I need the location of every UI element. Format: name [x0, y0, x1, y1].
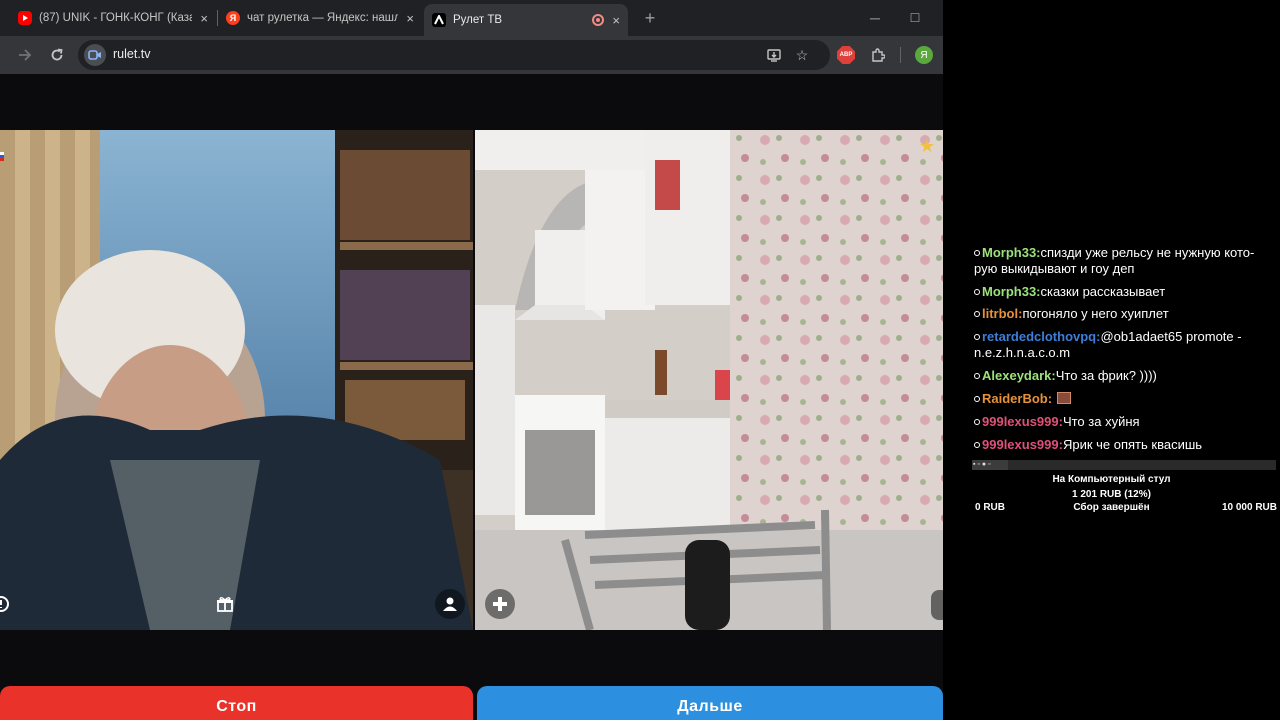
chat-username: retardedclothovpq:: [982, 329, 1101, 344]
reload-icon[interactable]: [44, 42, 70, 68]
adblock-icon[interactable]: ABP: [833, 42, 859, 68]
partner-video: ★: [475, 130, 943, 630]
record-icon: [592, 14, 605, 26]
chat-message: Alexeydark:Что за фрик? )))): [974, 368, 1274, 384]
chat-message: litrbol:погоняло у него хуиплет: [974, 306, 1274, 322]
bullet-icon: [974, 373, 980, 379]
chat-username: 999lexus999:: [982, 414, 1063, 429]
gamepad-icon[interactable]: [485, 589, 515, 619]
rulet-icon: [432, 13, 446, 27]
chat-text-cont: n.e.z.h.n.a.c.o.m: [974, 345, 1071, 360]
tab-rulet-tv[interactable]: Рулет ТВ ×: [424, 4, 628, 36]
donation-raised: 1 201 RUB (12%): [1072, 489, 1151, 500]
chat-message: retardedclothovpq:@ob1adaet65 promote - n…: [974, 329, 1274, 361]
stream-chat-overlay: Morph33:спизди уже рельсу не нужную кото…: [943, 0, 1280, 720]
local-video-frame: [0, 130, 473, 630]
bullet-icon: [974, 396, 980, 402]
favorite-star-icon[interactable]: ★: [919, 136, 935, 157]
address-bar[interactable]: rulet.tv ☆: [78, 40, 830, 70]
country-flag-icon: [0, 152, 4, 161]
minimize-button[interactable]: ─: [855, 0, 895, 36]
chat-username: Alexeydark:: [982, 368, 1056, 383]
chat-message: Morph33:спизди уже рельсу не нужную кото…: [974, 245, 1274, 277]
chat-text: спизди уже рельсу не нужную кото-: [1040, 245, 1255, 260]
local-video: [0, 130, 473, 630]
chat-username: 999lexus999:: [982, 437, 1063, 452]
chat-message: Morph33:сказки рассказывает: [974, 284, 1274, 300]
maximize-button[interactable]: ☐: [895, 0, 935, 36]
tab-youtube[interactable]: (87) UNIK - ГОНК-КОНГ (Казан ×: [14, 0, 212, 36]
bullet-icon: [974, 289, 980, 295]
chat-username: litrbol:: [982, 306, 1023, 321]
new-tab-button[interactable]: +: [630, 0, 670, 36]
chat-message: 999lexus999:Что за хуйня: [974, 414, 1274, 430]
close-tab-icon[interactable]: ×: [200, 11, 208, 26]
rulet-page: ★ Стоп Дальше: [0, 74, 943, 720]
chat-text-cont: рую выкидывают и гоу деп: [974, 261, 1135, 276]
extensions-icon[interactable]: [865, 42, 891, 68]
donation-goal: 10 000 RUB: [1221, 502, 1277, 513]
partner-side-control[interactable]: [931, 590, 943, 620]
tab-title: Рулет ТВ: [453, 14, 503, 26]
donation-progress-bar: ▪ ▫ ● ▫: [972, 460, 1276, 470]
chat-text: Что за фрик? )))): [1055, 368, 1157, 383]
bullet-icon: [974, 442, 980, 448]
chat-text: сказки рассказывает: [1040, 284, 1166, 299]
close-tab-icon[interactable]: ×: [612, 13, 620, 28]
tab-divider: [217, 10, 218, 26]
tab-bar: (87) UNIK - ГОНК-КОНГ (Казан × Я чат рул…: [0, 0, 943, 36]
chat-text: погоняло у него хуиплет: [1022, 306, 1169, 321]
user-profile-icon[interactable]: [435, 589, 465, 619]
chat-text: Что за хуйня: [1062, 414, 1140, 429]
chat-message: RaiderBob:: [974, 391, 1274, 407]
forward-arrow-icon[interactable]: [12, 42, 38, 68]
bookmark-star-icon[interactable]: ☆: [791, 44, 813, 66]
chat-username: Morph33:: [982, 284, 1041, 299]
next-button[interactable]: Дальше: [477, 686, 943, 720]
bullet-icon: [974, 250, 980, 256]
partner-video-frame: [475, 130, 943, 630]
install-app-icon[interactable]: [763, 44, 785, 66]
tab-yandex[interactable]: Я чат рулетка — Яндекс: нашлос ×: [222, 0, 418, 36]
chat-username: RaiderBob:: [982, 391, 1053, 406]
profile-letter: Я: [915, 46, 933, 64]
screen: (87) UNIK - ГОНК-КОНГ (Казан × Я чат рул…: [0, 0, 1280, 720]
bullet-icon: [974, 334, 980, 340]
url-text[interactable]: rulet.tv: [113, 47, 151, 61]
browser-toolbar: rulet.tv ☆ ABP Я: [0, 36, 943, 74]
bullet-icon: [974, 419, 980, 425]
bullet-icon: [974, 311, 980, 317]
donation-bar-icons: ▪ ▫ ● ▫: [973, 461, 991, 468]
toolbar-divider: [900, 47, 901, 63]
stop-button[interactable]: Стоп: [0, 686, 473, 720]
adblock-label: ABP: [837, 46, 855, 64]
close-tab-icon[interactable]: ×: [406, 11, 414, 26]
chat-message: 999lexus999:Ярик че опять квасишь: [974, 437, 1274, 453]
gift-icon[interactable]: [210, 589, 240, 619]
profile-avatar[interactable]: Я: [911, 42, 937, 68]
tab-title: чат рулетка — Яндекс: нашлос: [247, 12, 399, 24]
stop-button-label: Стоп: [216, 698, 257, 715]
chat-username: Morph33:: [982, 245, 1041, 260]
chat-text: Ярик че опять квасишь: [1062, 437, 1203, 452]
chat-text: @ob1adaet65 promote -: [1100, 329, 1242, 344]
browser-window: (87) UNIK - ГОНК-КОНГ (Казан × Я чат рул…: [0, 0, 943, 720]
emote-icon: [1057, 392, 1072, 404]
tab-title: (87) UNIK - ГОНК-КОНГ (Казан: [39, 12, 193, 24]
youtube-icon: [18, 11, 32, 25]
next-button-label: Дальше: [677, 698, 743, 715]
donation-title: На Компьютерный стул: [1052, 474, 1171, 485]
site-info-icon[interactable]: [84, 44, 106, 66]
yandex-icon: Я: [226, 11, 240, 25]
